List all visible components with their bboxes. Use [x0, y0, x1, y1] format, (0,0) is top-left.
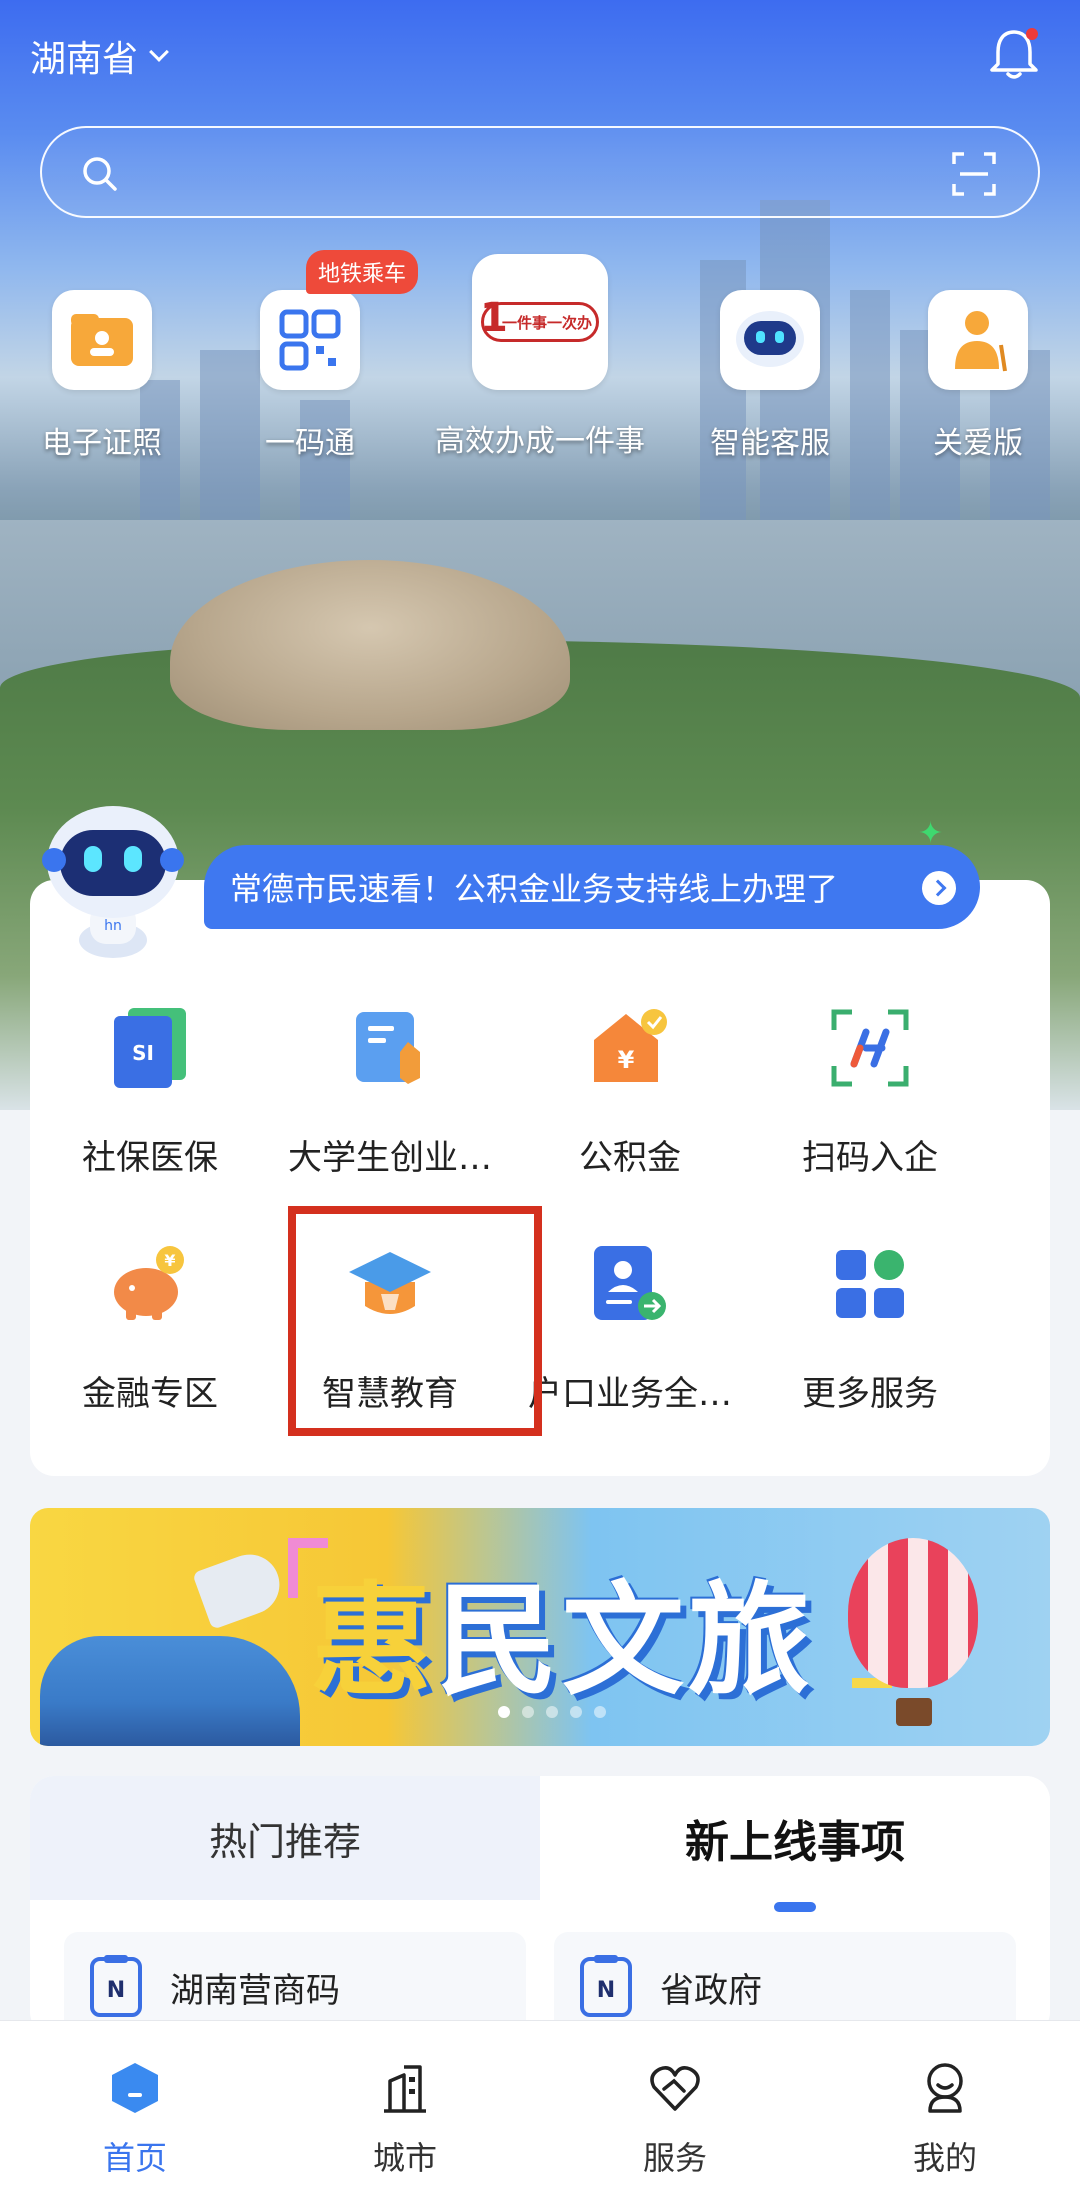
service-scan-enterprise[interactable]: 扫码入企 — [750, 1000, 990, 1200]
assistant-robot-avatar[interactable]: hn — [38, 800, 188, 960]
svg-text:¥: ¥ — [618, 1046, 635, 1074]
chevron-right-icon — [922, 871, 956, 905]
quick-entry-one-thing[interactable]: 1 一件事一次办 高效办成一件事 — [435, 254, 645, 460]
elder-care-icon — [928, 290, 1028, 390]
list-item-label: 湖南营商码 — [170, 1970, 340, 2011]
more-services-icon — [822, 1236, 918, 1332]
carousel-dot[interactable] — [546, 1706, 558, 1718]
nav-profile[interactable]: 我的 — [810, 2021, 1080, 2195]
nav-label: 服务 — [642, 2139, 707, 2177]
profile-icon — [927, 2063, 963, 2113]
tab-indicator — [774, 1902, 816, 1912]
home-icon — [112, 2063, 158, 2113]
service-label: 大学生创业… — [288, 1138, 492, 1178]
sparkle-icon: ✦ — [918, 816, 944, 851]
service-label: 户口业务全… — [528, 1374, 732, 1414]
list-item-label: 省政府 — [660, 1970, 762, 2011]
search-icon — [83, 157, 117, 191]
student-startup-icon — [342, 1000, 438, 1096]
promo-banner[interactable]: 惠民文旅 — [30, 1508, 1050, 1746]
recommend-card: 热门推荐 新上线事项 N 湖南营商码 N 省政府 — [30, 1776, 1050, 2036]
carousel-dots — [498, 1706, 606, 1718]
balloon-basket — [896, 1698, 932, 1726]
service-household-registration[interactable]: 户口业务全… — [510, 1236, 750, 1436]
nav-label: 我的 — [912, 2139, 977, 2177]
nav-label: 首页 — [102, 2139, 167, 2177]
quick-entry-qr-pass[interactable]: 一码通 — [258, 290, 362, 462]
notification-bell-button[interactable] — [984, 24, 1044, 84]
logo-text: 一件事一次办 — [501, 313, 592, 332]
service-housing-fund[interactable]: ¥ 公积金 — [510, 1000, 750, 1200]
megaphone-icon — [192, 1546, 288, 1630]
quick-entry-ai-service[interactable]: 智能客服 — [710, 290, 830, 462]
city-icon — [384, 2065, 426, 2113]
scan-icon[interactable] — [950, 150, 998, 198]
svg-text:hn: hn — [104, 918, 122, 934]
bell-icon — [990, 28, 1038, 79]
social-security-icon: SI — [102, 1000, 198, 1096]
one-thing-logo-icon: 1 一件事一次办 — [472, 254, 608, 390]
nav-city[interactable]: 城市 — [270, 2021, 540, 2195]
service-label: 公积金 — [579, 1138, 681, 1178]
service-student-startup[interactable]: 大学生创业… — [270, 1000, 510, 1200]
top-bar: 湖南省 — [0, 0, 1080, 120]
carousel-dot[interactable] — [594, 1706, 606, 1718]
search-bar[interactable] — [40, 126, 1040, 218]
highlight-box — [288, 1206, 542, 1436]
service-finance[interactable]: ¥ 金融专区 — [30, 1236, 270, 1436]
piggy-bank-icon: ¥ — [102, 1236, 198, 1332]
household-registration-icon — [582, 1236, 678, 1332]
hot-air-balloon-icon — [848, 1538, 978, 1688]
qr-code-icon — [260, 290, 360, 390]
svg-text:¥: ¥ — [164, 1251, 175, 1270]
folder-icon — [52, 290, 152, 390]
svg-text:N: N — [107, 1978, 125, 2003]
theme-park-illustration — [40, 1636, 300, 1746]
assistant-message: 常德市民速看！公积金业务支持线上办理了 — [230, 870, 839, 908]
quick-entry-label: 一码通 — [265, 426, 355, 461]
document-n-icon: N — [90, 1955, 142, 2017]
robot-icon — [720, 290, 820, 390]
bottom-nav: 首页 城市 服务 我的 — [0, 2020, 1080, 2195]
carousel-dot[interactable] — [570, 1706, 582, 1718]
carousel-dot[interactable] — [498, 1706, 510, 1718]
service-label: 金融专区 — [82, 1374, 218, 1414]
svg-text:SI: SI — [132, 1041, 154, 1065]
chevron-down-icon — [149, 42, 169, 62]
service-social-security[interactable]: SI 社保医保 — [30, 1000, 270, 1200]
housing-fund-icon: ¥ — [582, 1000, 678, 1096]
tab-hot-recommend[interactable]: 热门推荐 — [30, 1776, 540, 1900]
document-n-icon: N — [580, 1955, 632, 2017]
service-heart-icon — [650, 2066, 700, 2111]
province-label: 湖南省 — [30, 39, 139, 80]
service-label: 社保医保 — [82, 1138, 218, 1178]
nav-home[interactable]: 首页 — [0, 2021, 270, 2195]
svg-text:N: N — [597, 1978, 615, 2003]
quick-entry-label: 电子证照 — [42, 426, 162, 461]
quick-entry-label: 关爱版 — [933, 426, 1023, 461]
province-selector[interactable]: 湖南省 — [30, 30, 169, 82]
quick-entry-care-mode[interactable]: 关爱版 — [926, 290, 1030, 462]
quick-entry-e-license[interactable]: 电子证照 — [42, 290, 162, 462]
service-label: 扫码入企 — [802, 1138, 938, 1178]
nav-label: 城市 — [372, 2139, 437, 2177]
carousel-dot[interactable] — [522, 1706, 534, 1718]
tab-new-items[interactable]: 新上线事项 — [540, 1776, 1050, 1900]
service-label: 更多服务 — [802, 1374, 938, 1414]
scan-enterprise-icon — [822, 1000, 918, 1096]
quick-entry-label: 智能客服 — [710, 426, 830, 461]
nav-service[interactable]: 服务 — [540, 2021, 810, 2195]
assistant-message-bubble[interactable]: 常德市民速看！公积金业务支持线上办理了 — [204, 845, 980, 929]
service-more[interactable]: 更多服务 — [750, 1236, 990, 1436]
quick-entry-label: 高效办成一件事 — [435, 424, 645, 459]
metro-badge: 地铁乘车 — [306, 250, 419, 294]
banner-title: 惠民文旅 — [310, 1570, 814, 1712]
quick-entries: 电子证照 一码通 地铁乘车 1 一件事一次办 高效办成一件事 智能客服 关爱版 — [0, 250, 1080, 470]
